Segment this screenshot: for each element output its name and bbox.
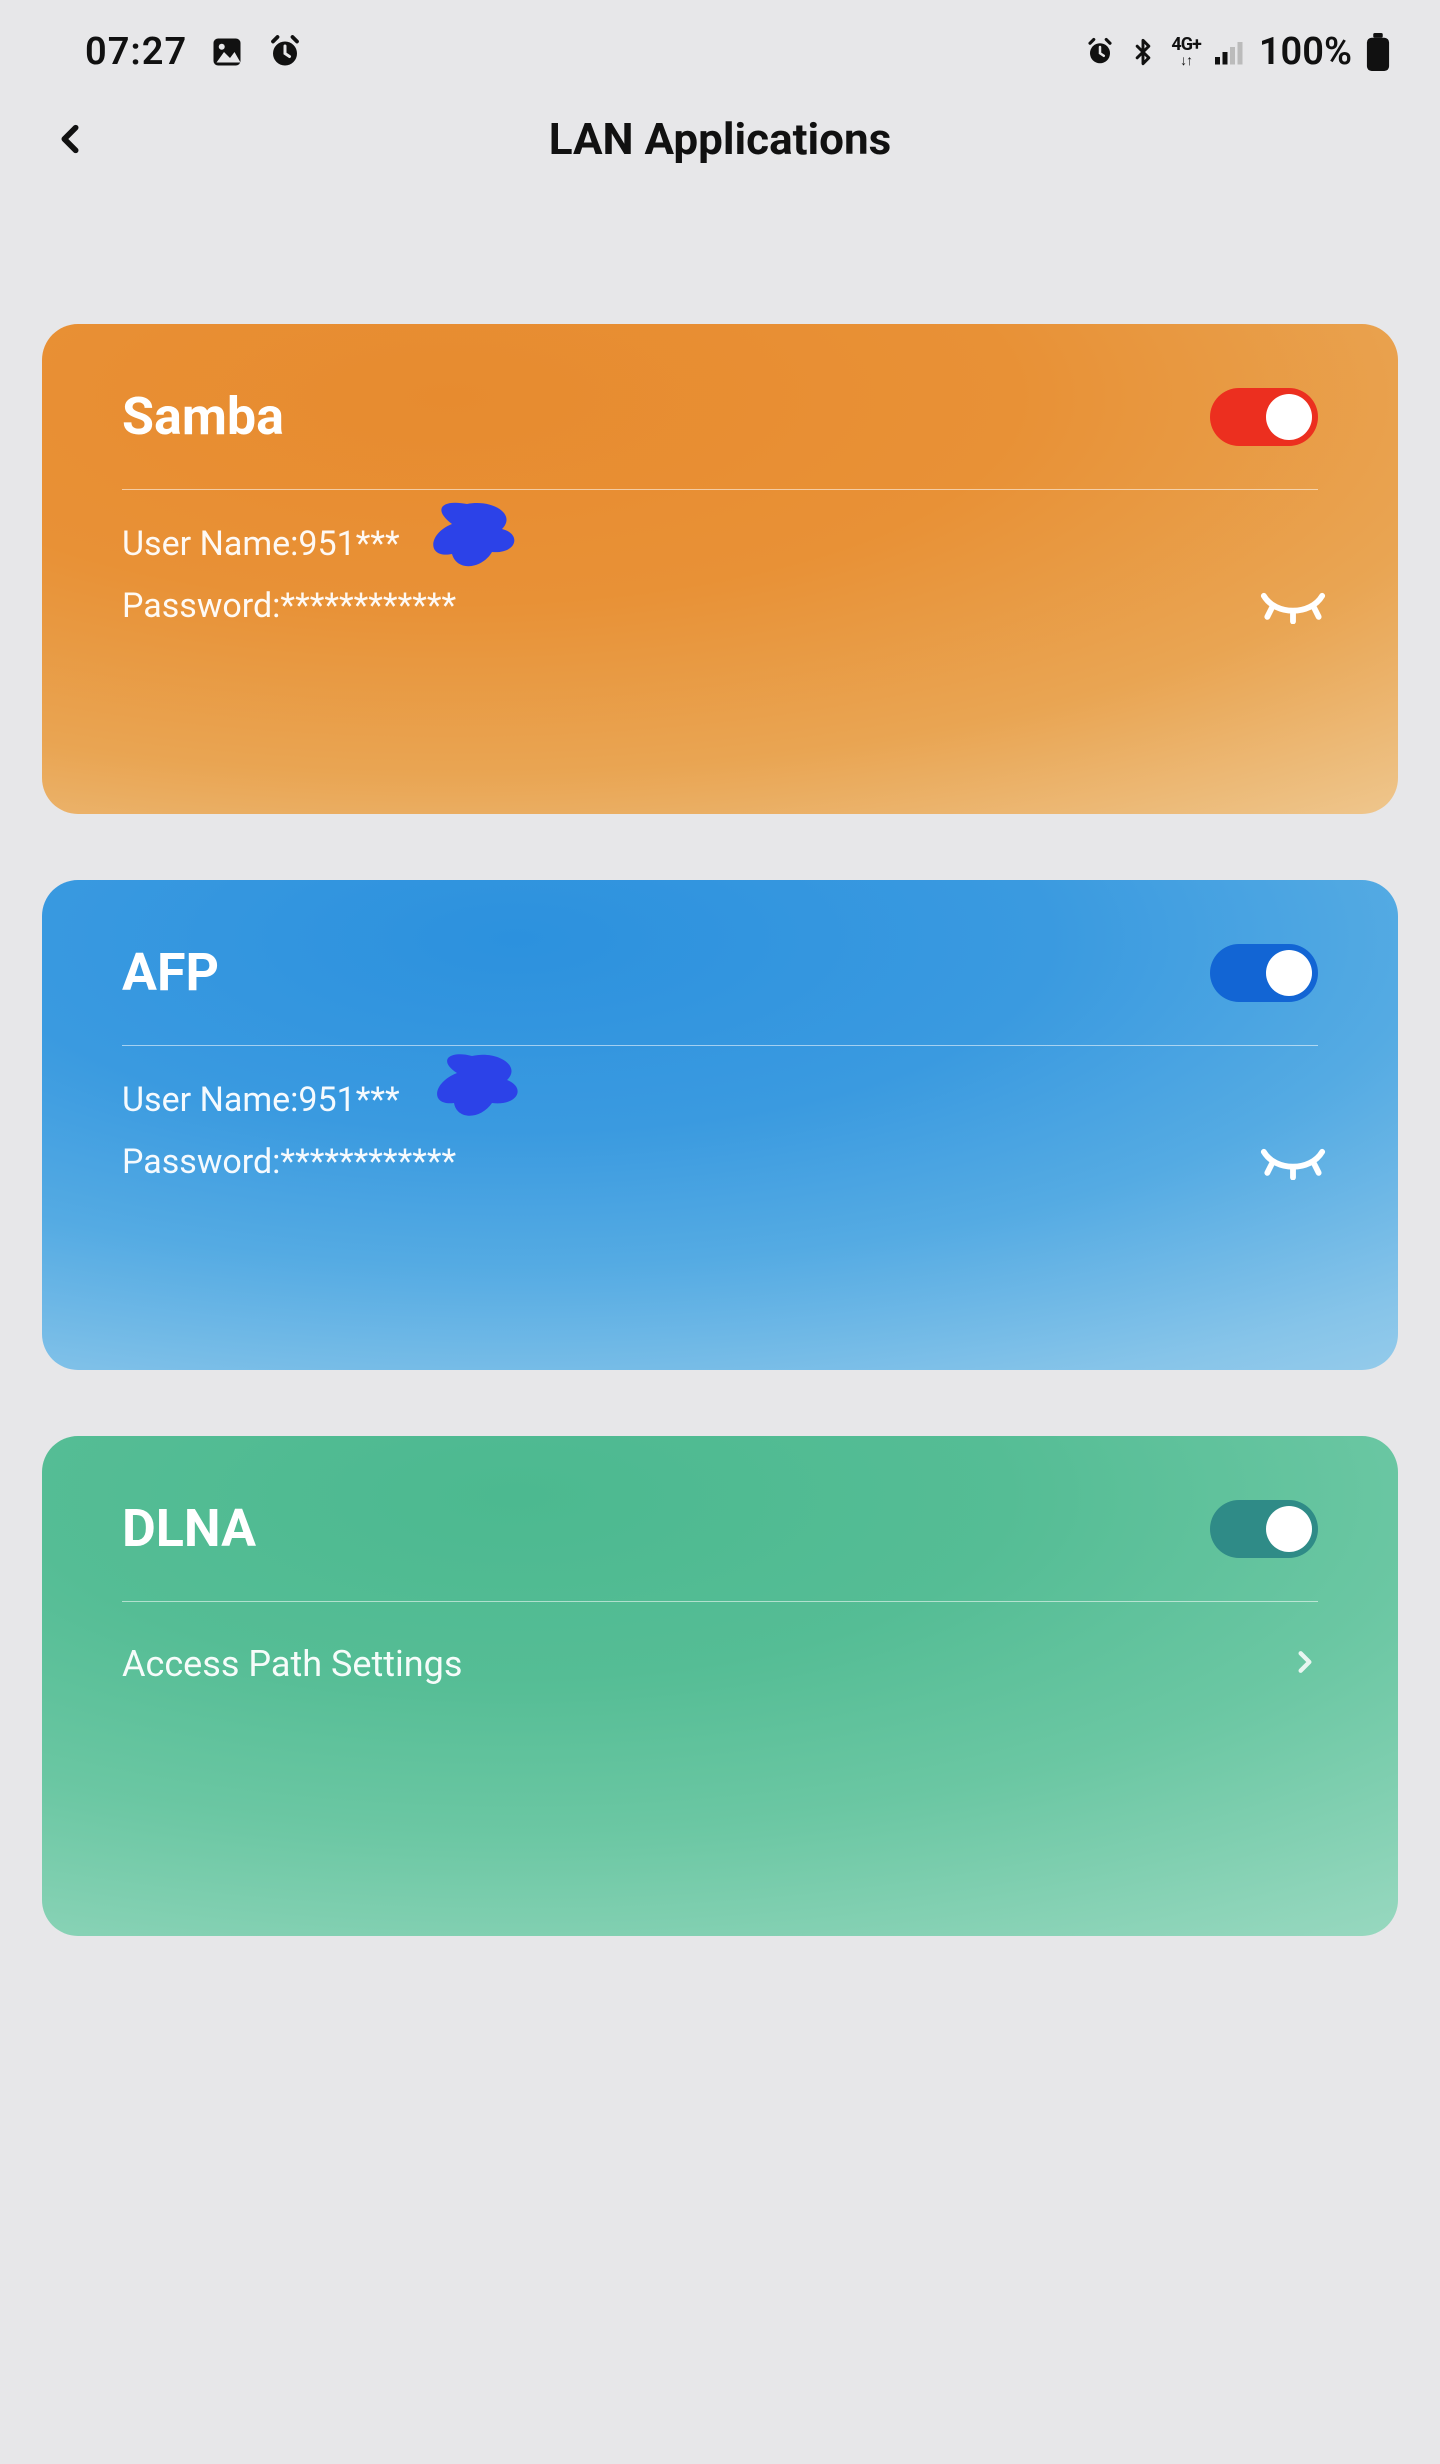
alarm-icon <box>267 34 303 70</box>
status-right: 4G+ ↓↑ 100% <box>1085 30 1390 74</box>
access-path-label: Access Path Settings <box>122 1643 462 1685</box>
afp-credentials: User Name: 951*** Password: ************ <box>122 1080 1318 1182</box>
samba-card: Samba User Name: 951*** Password: ******… <box>42 324 1398 814</box>
username-label: User Name: <box>122 1080 298 1120</box>
network-4g-icon: 4G+ ↓↑ <box>1171 36 1200 68</box>
chevron-left-icon <box>53 116 87 162</box>
afp-toggle[interactable] <box>1210 944 1318 1002</box>
dlna-card-head: DLNA <box>122 1498 1318 1559</box>
divider <box>122 1601 1318 1602</box>
password-label: Password: <box>122 586 280 626</box>
cards-container: Samba User Name: 951*** Password: ******… <box>0 194 1440 1936</box>
samba-visibility-toggle[interactable] <box>1258 584 1328 633</box>
eye-closed-icon <box>1258 1140 1328 1180</box>
samba-title: Samba <box>122 386 284 447</box>
afp-username-row: User Name: 951*** <box>122 1080 1318 1120</box>
afp-username-value: 951*** <box>298 1080 399 1120</box>
dlna-toggle[interactable] <box>1210 1500 1318 1558</box>
samba-password-value: ************ <box>280 586 456 626</box>
samba-username-value: 951*** <box>298 524 399 564</box>
divider <box>122 489 1318 490</box>
afp-visibility-toggle[interactable] <box>1258 1140 1328 1189</box>
afp-password-row: Password: ************ <box>122 1142 1318 1182</box>
samba-password-row: Password: ************ <box>122 586 1318 626</box>
status-time: 07:27 <box>85 30 187 74</box>
afp-title: AFP <box>122 942 219 1003</box>
samba-credentials: User Name: 951*** Password: ************ <box>122 524 1318 626</box>
status-left: 07:27 <box>85 30 303 74</box>
status-bar: 07:27 4G+ ↓↑ 100% <box>0 0 1440 84</box>
battery-icon <box>1366 33 1390 71</box>
dlna-title: DLNA <box>122 1498 256 1559</box>
page-title: LAN Applications <box>549 113 892 165</box>
password-label: Password: <box>122 1142 280 1182</box>
page-header: LAN Applications <box>0 84 1440 194</box>
dlna-card: DLNA Access Path Settings <box>42 1436 1398 1936</box>
dlna-access-path-row[interactable]: Access Path Settings <box>122 1636 1318 1686</box>
afp-card: AFP User Name: 951*** Password: ********… <box>42 880 1398 1370</box>
samba-card-head: Samba <box>122 386 1318 447</box>
afp-card-head: AFP <box>122 942 1318 1003</box>
eye-closed-icon <box>1258 584 1328 624</box>
alarm-small-icon <box>1085 37 1115 67</box>
bluetooth-icon <box>1129 35 1157 69</box>
afp-password-value: ************ <box>280 1142 456 1182</box>
signal-icon <box>1215 39 1245 65</box>
samba-toggle[interactable] <box>1210 388 1318 446</box>
gallery-icon <box>209 34 245 70</box>
username-label: User Name: <box>122 524 298 564</box>
battery-percent: 100% <box>1259 30 1352 74</box>
divider <box>122 1045 1318 1046</box>
back-button[interactable] <box>40 109 100 169</box>
samba-username-row: User Name: 951*** <box>122 524 1318 564</box>
chevron-right-icon <box>1292 1642 1318 1686</box>
